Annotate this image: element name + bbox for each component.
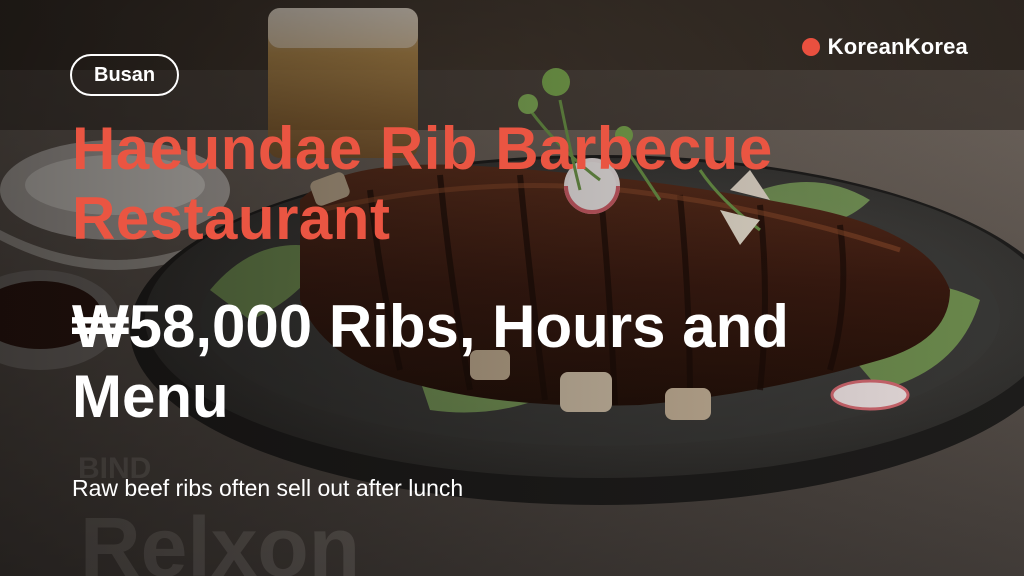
headline: ₩58,000 Ribs, Hours and Menu [72, 293, 789, 430]
restaurant-title: Haeundae Rib Barbecue Restaurant [72, 115, 773, 252]
brand-logo: KoreanKorea [801, 34, 968, 60]
city-badge: Busan [70, 54, 180, 96]
brand-name: KoreanKorea [827, 34, 968, 59]
subheadline: Raw beef ribs often sell out after lunch [72, 475, 464, 501]
thumbnail-card: BIND Relxon KoreanKorea Busan Haeundae R… [0, 0, 1024, 576]
brand-dot-icon [801, 38, 820, 56]
